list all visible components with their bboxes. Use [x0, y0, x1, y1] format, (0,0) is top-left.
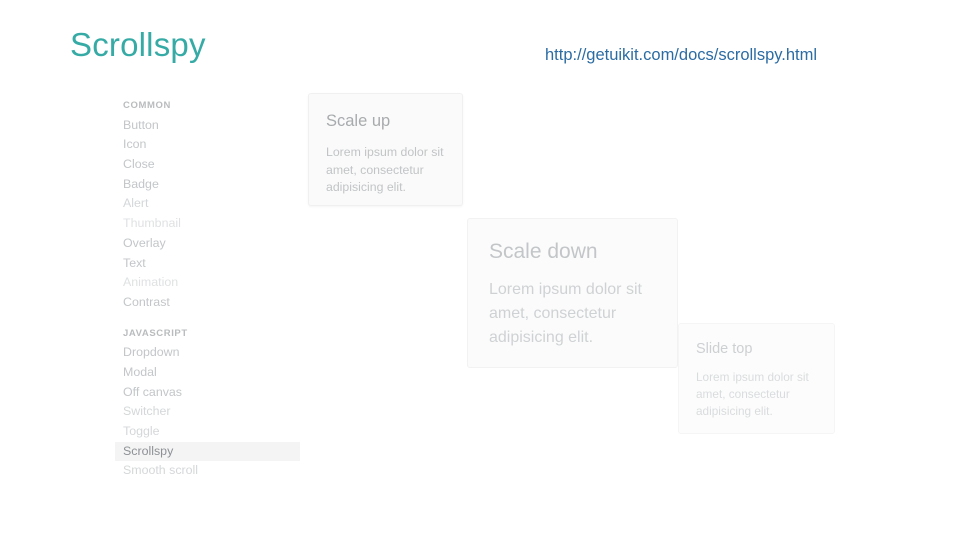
card-scale-up-title: Scale up	[326, 112, 391, 130]
card-scale-up-body: Lorem ipsum dolor sit amet, consectetur …	[326, 145, 444, 194]
docs-sidebar-nav: COMMON Button Icon Close Badge Alert Thu…	[115, 96, 305, 481]
page-url-link[interactable]: http://getuikit.com/docs/scrollspy.html	[545, 46, 817, 65]
sidebar-item-animation[interactable]: Animation	[115, 273, 305, 293]
nav-heading-javascript: JAVASCRIPT	[123, 327, 188, 339]
card-scale-down-body: Lorem ipsum dolor sit amet, consectetur …	[489, 281, 642, 346]
sidebar-item-switcher[interactable]: Switcher	[115, 402, 305, 422]
card-slide-top-title: Slide top	[696, 341, 753, 357]
sidebar-item-overlay[interactable]: Overlay	[115, 234, 305, 254]
sidebar-item-close[interactable]: Close	[115, 155, 305, 175]
sidebar-item-contrast[interactable]: Contrast	[115, 293, 305, 313]
page-title: Scrollspy	[70, 26, 206, 63]
nav-heading-common: COMMON	[123, 100, 171, 111]
sidebar-item-thumbnail[interactable]: Thumbnail	[115, 214, 305, 234]
sidebar-item-button[interactable]: Button	[115, 116, 305, 136]
sidebar-item-dropdown[interactable]: Dropdown	[115, 343, 305, 363]
sidebar-item-modal[interactable]: Modal	[115, 363, 305, 383]
card-scale-down-title: Scale down	[489, 240, 598, 263]
card-scale-up: Scale up Lorem ipsum dolor sit amet, con…	[308, 93, 463, 206]
card-scale-down: Scale down Lorem ipsum dolor sit amet, c…	[467, 218, 678, 368]
card-slide-top-body: Lorem ipsum dolor sit amet, consectetur …	[696, 370, 809, 418]
sidebar-item-icon[interactable]: Icon	[115, 135, 305, 155]
card-slide-top: Slide top Lorem ipsum dolor sit amet, co…	[678, 323, 835, 434]
sidebar-item-alert[interactable]: Alert	[115, 194, 305, 214]
sidebar-item-badge[interactable]: Badge	[115, 175, 305, 195]
nav-group-javascript: JAVASCRIPT Dropdown Modal Off canvas Swi…	[115, 324, 305, 482]
sidebar-item-text[interactable]: Text	[115, 254, 305, 274]
sidebar-item-off-canvas[interactable]: Off canvas	[115, 383, 305, 403]
sidebar-item-scrollspy[interactable]: Scrollspy	[115, 441, 300, 462]
nav-group-common: COMMON Button Icon Close Badge Alert Thu…	[115, 96, 305, 313]
sidebar-item-smooth-scroll[interactable]: Smooth scroll	[115, 461, 305, 481]
sidebar-item-toggle[interactable]: Toggle	[115, 422, 305, 442]
